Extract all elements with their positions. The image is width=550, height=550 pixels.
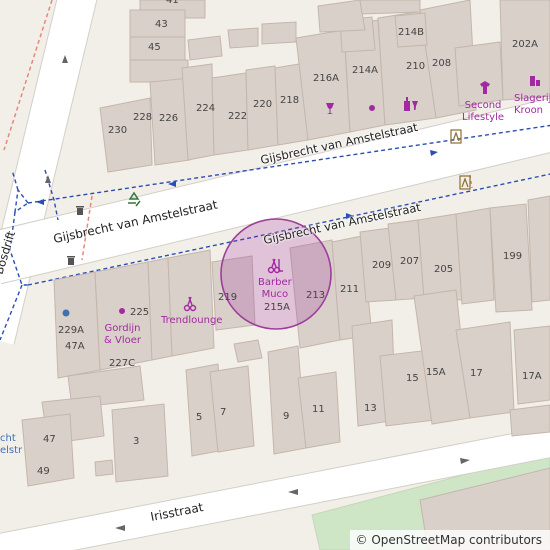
house-number: 5 <box>196 412 203 423</box>
house-number: 229A <box>58 325 84 336</box>
dot-icon <box>119 308 125 314</box>
house-number: 209 <box>372 260 392 271</box>
house-number: 218 <box>280 95 300 106</box>
poi-label-second-lifestyle[interactable]: Second Lifestyle <box>462 100 504 123</box>
house-number: 47 <box>43 434 56 445</box>
map-attribution[interactable]: © OpenStreetMap contributors <box>349 530 550 550</box>
partial-label-west-2: elstr <box>0 445 23 456</box>
poi-label-line: Slagerij <box>514 93 550 104</box>
poi-label-line: & Vloer <box>104 334 141 346</box>
poi-label-gordijn[interactable]: Gordijn & Vloer <box>104 323 141 346</box>
poi-label-line: Kroon <box>514 104 544 116</box>
attribution-text: © OpenStreetMap contributors <box>355 533 542 547</box>
partial-label-west-1: cht <box>0 433 16 444</box>
poi-label-slagerij[interactable]: Slagerij Kroon <box>514 93 550 116</box>
house-number: 214A <box>352 65 378 76</box>
house-number: 225 <box>130 307 150 318</box>
house-number: 9 <box>283 411 290 422</box>
house-number: 222 <box>228 111 248 122</box>
house-number: 213 <box>306 290 326 301</box>
house-number: 215A <box>264 302 290 313</box>
poi-label-line: Second <box>464 100 502 111</box>
house-number: 224 <box>196 103 216 114</box>
house-number: 11 <box>312 404 325 415</box>
map-layer <box>0 0 550 550</box>
house-number: 227C <box>109 358 136 369</box>
house-number: 220 <box>253 99 273 110</box>
poi-label-line: Barber <box>258 277 292 288</box>
house-number: 17A <box>522 371 542 382</box>
house-number: 43 <box>155 19 168 30</box>
house-number: 47A <box>65 341 85 352</box>
house-number: 210 <box>406 61 426 72</box>
house-number: 214B <box>398 27 424 38</box>
house-number: 205 <box>434 264 454 275</box>
dot-icon <box>62 309 70 317</box>
house-number: 49 <box>37 466 50 477</box>
poi-label-line: Gordijn <box>104 323 141 334</box>
house-number: 199 <box>503 251 523 262</box>
house-number: 228 <box>133 112 153 123</box>
house-number: 211 <box>340 284 360 295</box>
house-number: 41 <box>166 0 179 6</box>
house-number: 207 <box>400 256 420 267</box>
poi-label-line: Lifestyle <box>462 111 505 123</box>
house-number: 226 <box>159 113 179 124</box>
house-number: 230 <box>108 125 128 136</box>
poi-label-barber[interactable]: Barber Muco <box>258 277 292 300</box>
house-number: 7 <box>220 407 227 418</box>
house-number: 13 <box>364 403 377 414</box>
poi-label-trendlounge[interactable]: Trendlounge <box>161 315 222 327</box>
house-number: 202A <box>512 39 538 50</box>
house-number: 45 <box>148 42 161 53</box>
house-number: 208 <box>432 58 452 69</box>
house-number: 219 <box>218 292 238 303</box>
house-number: 15 <box>406 373 419 384</box>
map-canvas[interactable]: Gijsbrecht van Amstelstraat Gijsbrecht v… <box>0 0 550 550</box>
poi-label-line: Muco <box>261 288 289 300</box>
house-number: 15A <box>426 367 446 378</box>
house-number: 17 <box>470 368 483 379</box>
dot-icon <box>369 105 375 111</box>
house-number: 216A <box>313 73 339 84</box>
house-number: 3 <box>133 436 140 447</box>
